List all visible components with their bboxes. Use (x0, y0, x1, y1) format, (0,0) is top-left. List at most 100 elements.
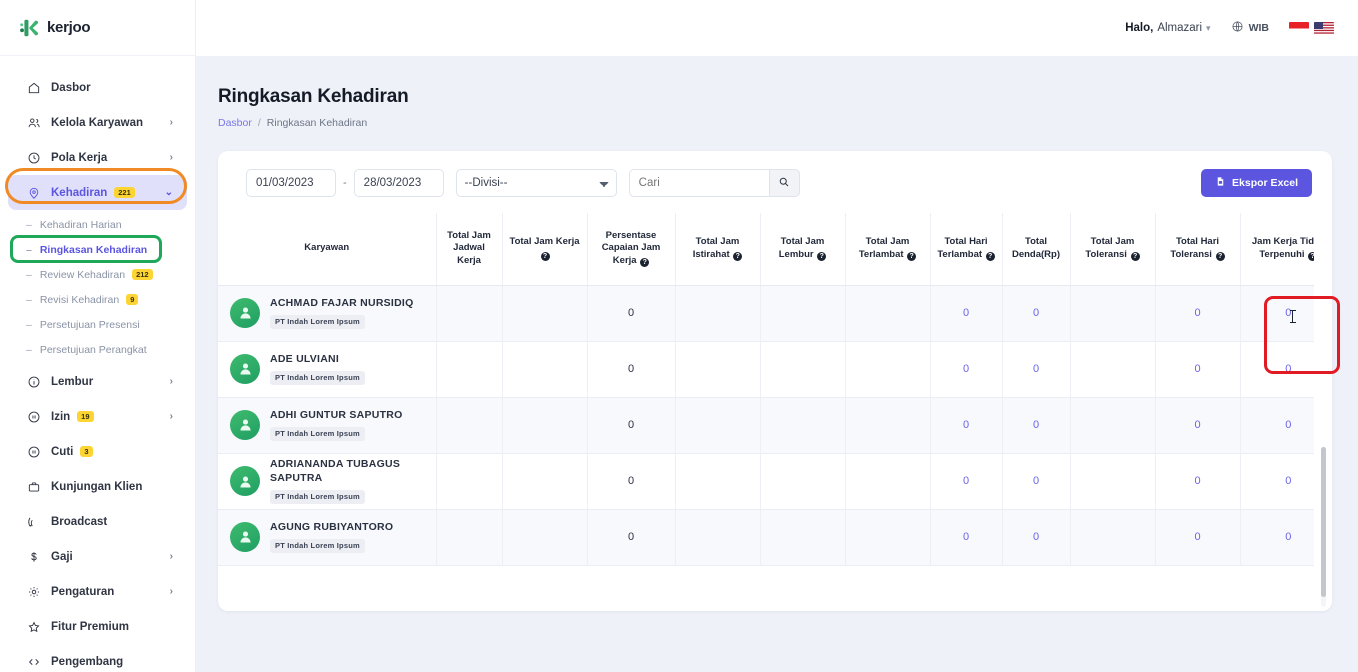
help-icon[interactable]: ? (817, 251, 827, 261)
table-scroll-container[interactable]: Karyawan Total Jam Jadwal Kerja Total Ja… (218, 213, 1332, 611)
usa-flag-icon[interactable] (1314, 21, 1334, 35)
chevron-down-icon[interactable]: ⌄ (165, 187, 173, 198)
search-input[interactable] (628, 169, 769, 197)
help-icon[interactable]: ? (1215, 251, 1225, 261)
indonesia-flag-icon[interactable] (1289, 21, 1309, 35)
table-row[interactable]: ADHI GUNTUR SAPUTRO PT Indah Lorem Ipsum… (218, 397, 1332, 454)
export-excel-button[interactable]: Ekspor Excel (1201, 169, 1312, 197)
breadcrumb-root[interactable]: Dasbor (218, 117, 252, 129)
sidebar-item-kunjungan-klien[interactable]: Kunjungan Klien (8, 469, 187, 504)
employee-company: PT Indah Lorem Ipsum (270, 426, 365, 441)
sidebar-badge-cuti: 3 (80, 446, 93, 457)
col-persentase-capaian-jam-kerja[interactable]: Persentase Capaian Jam Kerja ? (587, 213, 676, 286)
sidebar-item-broadcast[interactable]: Broadcast (8, 504, 187, 539)
help-icon[interactable]: ? (1130, 251, 1140, 261)
cell-hari-terlambat[interactable]: 0 (930, 453, 1003, 510)
table-body: ACHMAD FAJAR NURSIDIQ PT Indah Lorem Ips… (218, 285, 1332, 566)
cell-denda[interactable]: 0 (1002, 341, 1071, 398)
sidebar-item-label: Cuti (51, 445, 74, 458)
cell-denda[interactable]: 0 (1002, 509, 1071, 566)
cell-hari-terlambat[interactable]: 0 (930, 285, 1003, 342)
sidebar-subitem-persetujuan-perangkat[interactable]: – Persetujuan Perangkat (10, 337, 185, 362)
col-label: Total Jam Toleransi (1085, 235, 1135, 260)
cell-denda[interactable]: 0 (1002, 285, 1071, 342)
table-row[interactable]: ADRIANANDA TUBAGUS SAPUTRA PT Indah Lore… (218, 453, 1332, 510)
sidebar-item-cuti[interactable]: Cuti 3 (8, 434, 187, 469)
cell-hari-toleransi[interactable]: 0 (1155, 341, 1241, 398)
brand-logo[interactable]: kerjoo (0, 0, 195, 56)
help-icon[interactable]: ? (640, 258, 650, 268)
breadcrumb-separator: / (257, 117, 261, 129)
col-total-jam-toleransi[interactable]: Total Jam Toleransi ? (1070, 213, 1156, 286)
sidebar-subitem-persetujuan-presensi[interactable]: – Persetujuan Presensi (10, 312, 185, 337)
sidebar-badge-izin: 19 (77, 411, 94, 422)
dash-icon: – (26, 218, 32, 231)
cell-hari-terlambat[interactable]: 0 (930, 341, 1003, 398)
col-total-jam-istirahat[interactable]: Total Jam Istirahat ? (675, 213, 761, 286)
sidebar-item-pengaturan[interactable]: Pengaturan › (8, 574, 187, 609)
date-start-input[interactable] (246, 169, 336, 197)
table-header-row: Karyawan Total Jam Jadwal Kerja Total Ja… (218, 213, 1332, 286)
sidebar-subitem-ringkasan-kehadiran[interactable]: – Ringkasan Kehadiran (10, 237, 185, 262)
help-icon[interactable]: ? (733, 251, 743, 261)
cell-hari-toleransi[interactable]: 0 (1155, 397, 1241, 454)
col-total-hari-toleransi[interactable]: Total Hari Toleransi ? (1155, 213, 1241, 286)
col-label: Total Jam Terlambat (858, 235, 910, 260)
language-switcher[interactable] (1289, 21, 1334, 35)
col-label: Total Hari Terlambat (937, 235, 988, 260)
timezone-selector[interactable]: WIB (1231, 20, 1269, 36)
help-icon[interactable]: ? (985, 251, 995, 261)
sidebar-subitem-review-kehadiran[interactable]: – Review Kehadiran 212 (10, 262, 185, 287)
search-group (628, 169, 800, 197)
cell-karyawan: ADE ULVIANI PT Indah Lorem Ipsum (218, 341, 437, 398)
cell-persentase: 0 (587, 341, 676, 398)
col-total-hari-terlambat[interactable]: Total Hari Terlambat ? (930, 213, 1003, 286)
cell-hari-terlambat[interactable]: 0 (930, 509, 1003, 566)
table-row[interactable]: AGUNG RUBIYANTORO PT Indah Lorem Ipsum 0 (218, 509, 1332, 566)
sidebar-item-pengembang[interactable]: Pengembang (8, 644, 187, 672)
globe-icon (1231, 20, 1244, 36)
cell-hari-toleransi[interactable]: 0 (1155, 453, 1241, 510)
sidebar-item-gaji[interactable]: Gaji › (8, 539, 187, 574)
col-total-jam-jadwal-kerja[interactable]: Total Jam Jadwal Kerja (436, 213, 503, 286)
employee-name: ADHI GUNTUR SAPUTRO (270, 409, 403, 422)
gear-icon (26, 584, 41, 599)
sidebar-item-kehadiran[interactable]: Kehadiran 221 ⌄ (8, 175, 187, 210)
col-total-jam-kerja[interactable]: Total Jam Kerja ? (502, 213, 588, 286)
cell-denda[interactable]: 0 (1002, 453, 1071, 510)
col-label: Total Hari Toleransi (1170, 235, 1220, 260)
cell-hari-toleransi[interactable]: 0 (1155, 509, 1241, 566)
cell-hari-terlambat[interactable]: 0 (930, 397, 1003, 454)
help-icon[interactable]: ? (540, 251, 550, 261)
col-total-denda[interactable]: Total Denda(Rp) (1002, 213, 1071, 286)
help-icon[interactable]: ? (907, 251, 917, 261)
date-end-input[interactable] (353, 169, 444, 197)
sidebar-item-izin[interactable]: Izin 19 › (8, 399, 187, 434)
cell-hari-toleransi[interactable]: 0 (1155, 285, 1241, 342)
dash-icon: – (26, 318, 32, 331)
sidebar-subitem-kehadiran-harian[interactable]: – Kehadiran Harian (10, 212, 185, 237)
col-total-jam-lembur[interactable]: Total Jam Lembur ? (760, 213, 846, 286)
table-row[interactable]: ADE ULVIANI PT Indah Lorem Ipsum 0 0 0 0… (218, 341, 1332, 398)
division-select[interactable]: --Divisi-- (455, 169, 617, 197)
user-menu[interactable]: Halo, Almazari ▾ (1125, 22, 1210, 34)
sidebar-subitem-label: Ringkasan Kehadiran (39, 243, 148, 256)
dash-icon: – (26, 243, 32, 256)
sidebar-item-pola-kerja[interactable]: Pola Kerja › (8, 140, 187, 175)
search-button[interactable] (768, 169, 800, 197)
chevron-right-icon: › (169, 411, 173, 422)
user-name: Almazari (1157, 22, 1203, 34)
col-label: Total Jam Kerja (509, 235, 580, 247)
table-vertical-scrollbar[interactable] (1321, 447, 1326, 607)
sidebar-item-lembur[interactable]: Lembur › (8, 364, 187, 399)
sidebar-item-kelola-karyawan[interactable]: Kelola Karyawan › (8, 105, 187, 140)
scrollbar-thumb[interactable] (1321, 447, 1326, 597)
avatar (230, 466, 260, 496)
col-total-jam-terlambat[interactable]: Total Jam Terlambat ? (845, 213, 931, 286)
cell-denda[interactable]: 0 (1002, 397, 1071, 454)
col-karyawan[interactable]: Karyawan (218, 213, 437, 286)
sidebar-item-fitur-premium[interactable]: Fitur Premium (8, 609, 187, 644)
sidebar-item-dasbor[interactable]: Dasbor (8, 70, 187, 105)
table-row[interactable]: ACHMAD FAJAR NURSIDIQ PT Indah Lorem Ips… (218, 285, 1332, 342)
sidebar-subitem-revisi-kehadiran[interactable]: – Revisi Kehadiran 9 (10, 287, 185, 312)
